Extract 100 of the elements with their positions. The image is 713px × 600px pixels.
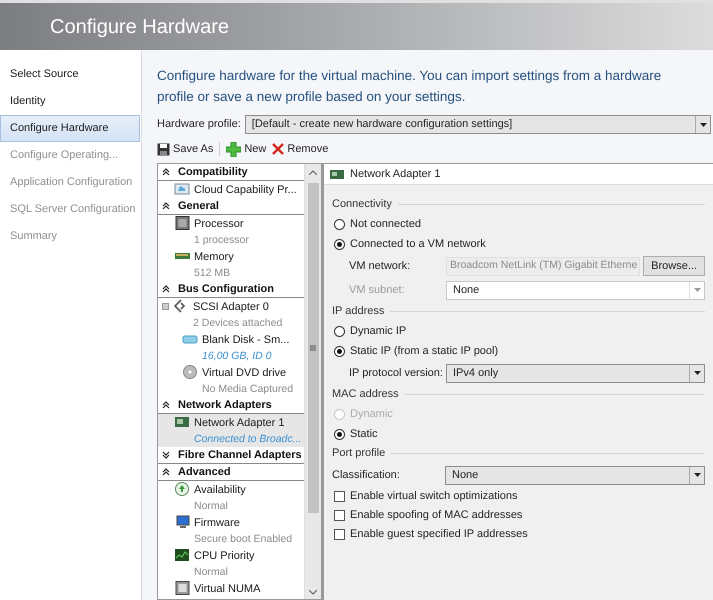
group-legend: Port profile (332, 445, 386, 462)
toolbar-button[interactable]: New (226, 140, 266, 158)
sidebar-item[interactable]: Select Source (0, 61, 141, 88)
section-header[interactable]: Bus Configuration (158, 281, 304, 298)
network-card-icon (174, 415, 190, 429)
tree-item[interactable]: Virtual NUMA (158, 580, 304, 597)
radio-label: Connected to a VM network (350, 236, 486, 252)
item-detail: 16,00 GB, ID 0 (202, 349, 272, 364)
checkbox[interactable] (334, 529, 345, 540)
field-label: Hardware profile: (157, 117, 241, 132)
item-title: Network Adapter 1 (194, 416, 286, 431)
item-title: SCSI Adapter 0 (193, 300, 270, 315)
section-header[interactable]: Compatibility (158, 164, 304, 181)
chip-icon (174, 581, 190, 595)
section-header[interactable]: General (158, 198, 304, 215)
browse-button[interactable]: Browse... (643, 256, 705, 276)
scroll-down-icon[interactable] (309, 590, 317, 595)
item-detail: 1 processor (194, 233, 249, 248)
collapse-icon[interactable] (162, 468, 170, 476)
toolbar-button[interactable]: Save As (157, 140, 214, 158)
tree-item[interactable]: Firmware Secure boot Enabled (158, 514, 304, 547)
tree-item[interactable]: Network Adapter 1 Connected to Broadc... (158, 414, 304, 447)
radio-button[interactable] (334, 218, 345, 230)
dropdown-field[interactable]: None (445, 466, 705, 484)
save-icon (157, 142, 170, 156)
sidebar-item[interactable]: Identity (0, 88, 141, 115)
dropdown-arrow-icon (694, 288, 700, 292)
tree-item[interactable]: Blank Disk - Sm... 16,00 GB, ID 0 (158, 331, 304, 364)
item-title: Availability (194, 483, 246, 498)
collapse-icon[interactable] (162, 202, 170, 210)
scroll-thumb[interactable] (308, 183, 318, 513)
tree-item[interactable]: CPU Priority Normal (158, 547, 304, 580)
radio-label: Static IP (from a static IP pool) (350, 344, 498, 359)
tree-item[interactable]: Processor 1 processor (158, 215, 304, 248)
sidebar-item[interactable]: Configure Hardware (0, 115, 140, 142)
field-label: Classification: (332, 468, 401, 483)
radio-button[interactable] (334, 326, 345, 336)
tree-item[interactable]: Availability Normal (158, 481, 304, 514)
item-title: CPU Priority (194, 549, 255, 564)
item-title: Virtual NUMA (194, 582, 260, 597)
radio-label: Dynamic IP (350, 324, 406, 339)
chart-icon (174, 548, 190, 562)
item-detail: Normal (194, 565, 229, 580)
profile-select[interactable]: [Default - create new hardware configuration settings] (244, 115, 711, 134)
disc-icon (182, 365, 198, 379)
checkbox-label: Enable spoofing of MAC addresses (350, 508, 522, 524)
radio-button[interactable] (334, 428, 345, 440)
scroll-up-icon[interactable] (309, 170, 317, 175)
radio-button[interactable] (334, 238, 345, 250)
chip-icon (174, 216, 190, 230)
item-title: Cloud Capability Pr... (194, 183, 297, 198)
item-detail: Normal (194, 499, 229, 514)
radio-button[interactable] (334, 346, 345, 356)
dropdown-arrow-icon (694, 371, 700, 375)
item-detail: No Media Captured (202, 382, 294, 397)
grip-icon (310, 345, 316, 351)
field-label: VM network: (349, 258, 412, 274)
panel-title: Network Adapter 1 (350, 166, 440, 182)
tree-item[interactable]: Memory 512 MB (158, 248, 304, 281)
item-detail: Connected to Broadc... (194, 432, 302, 447)
toolbar-button[interactable]: Remove (272, 140, 328, 158)
tree-item[interactable]: SCSI Adapter 0 2 Devices attached (158, 298, 304, 331)
monitor-icon (174, 515, 190, 529)
collapse-icon[interactable] (162, 285, 170, 293)
dropdown-field[interactable]: IPv4 only (446, 364, 705, 382)
radio-label: Dynamic (350, 406, 393, 422)
expand-icon[interactable] (162, 451, 170, 459)
item-detail: 2 Devices attached (193, 316, 282, 331)
group-legend: IP address (332, 303, 384, 320)
dropdown-arrow-icon (700, 122, 706, 126)
field-label: IP protocol version: (349, 366, 444, 381)
item-title: Virtual DVD drive (202, 366, 288, 381)
close-icon (272, 143, 284, 155)
radio-label: Static (350, 426, 378, 442)
panel-icon (174, 182, 190, 196)
scrollbar[interactable] (304, 164, 321, 599)
collapse-icon[interactable] (162, 168, 170, 176)
item-title: Processor (194, 217, 245, 232)
radio-label: Not connected (350, 216, 421, 232)
group-legend: MAC address (332, 386, 399, 403)
page-title: Configure Hardware (50, 14, 229, 40)
dropdown-arrow-icon (694, 473, 700, 477)
network-card-icon (330, 168, 344, 180)
tree-item[interactable]: Cloud Capability Pr... (158, 181, 304, 198)
item-detail: Secure boot Enabled (194, 532, 292, 547)
section-header[interactable]: Network Adapters (158, 397, 304, 414)
checkbox-label: Enable guest specified IP addresses (350, 527, 528, 542)
field-label: VM subnet: (349, 282, 406, 298)
group-legend: Connectivity (332, 196, 392, 213)
section-header[interactable]: Fibre Channel Adapters (158, 447, 304, 464)
section-header[interactable]: Advanced (158, 464, 304, 481)
checkbox-label: Enable virtual switch optimizations (350, 489, 518, 504)
collapse-icon[interactable] (162, 401, 170, 409)
description-text: Configure hardware for the virtual machine. You can import settings from a hardware profile or save a new profile based on your settings. (157, 67, 662, 106)
item-detail: 512 MB (194, 266, 232, 281)
item-title: Firmware (194, 516, 241, 531)
checkbox[interactable] (334, 510, 345, 521)
tree-item[interactable]: Virtual DVD drive No Media Captured (158, 364, 304, 397)
item-title: Blank Disk - Sm... (202, 333, 290, 348)
checkbox[interactable] (334, 491, 345, 502)
